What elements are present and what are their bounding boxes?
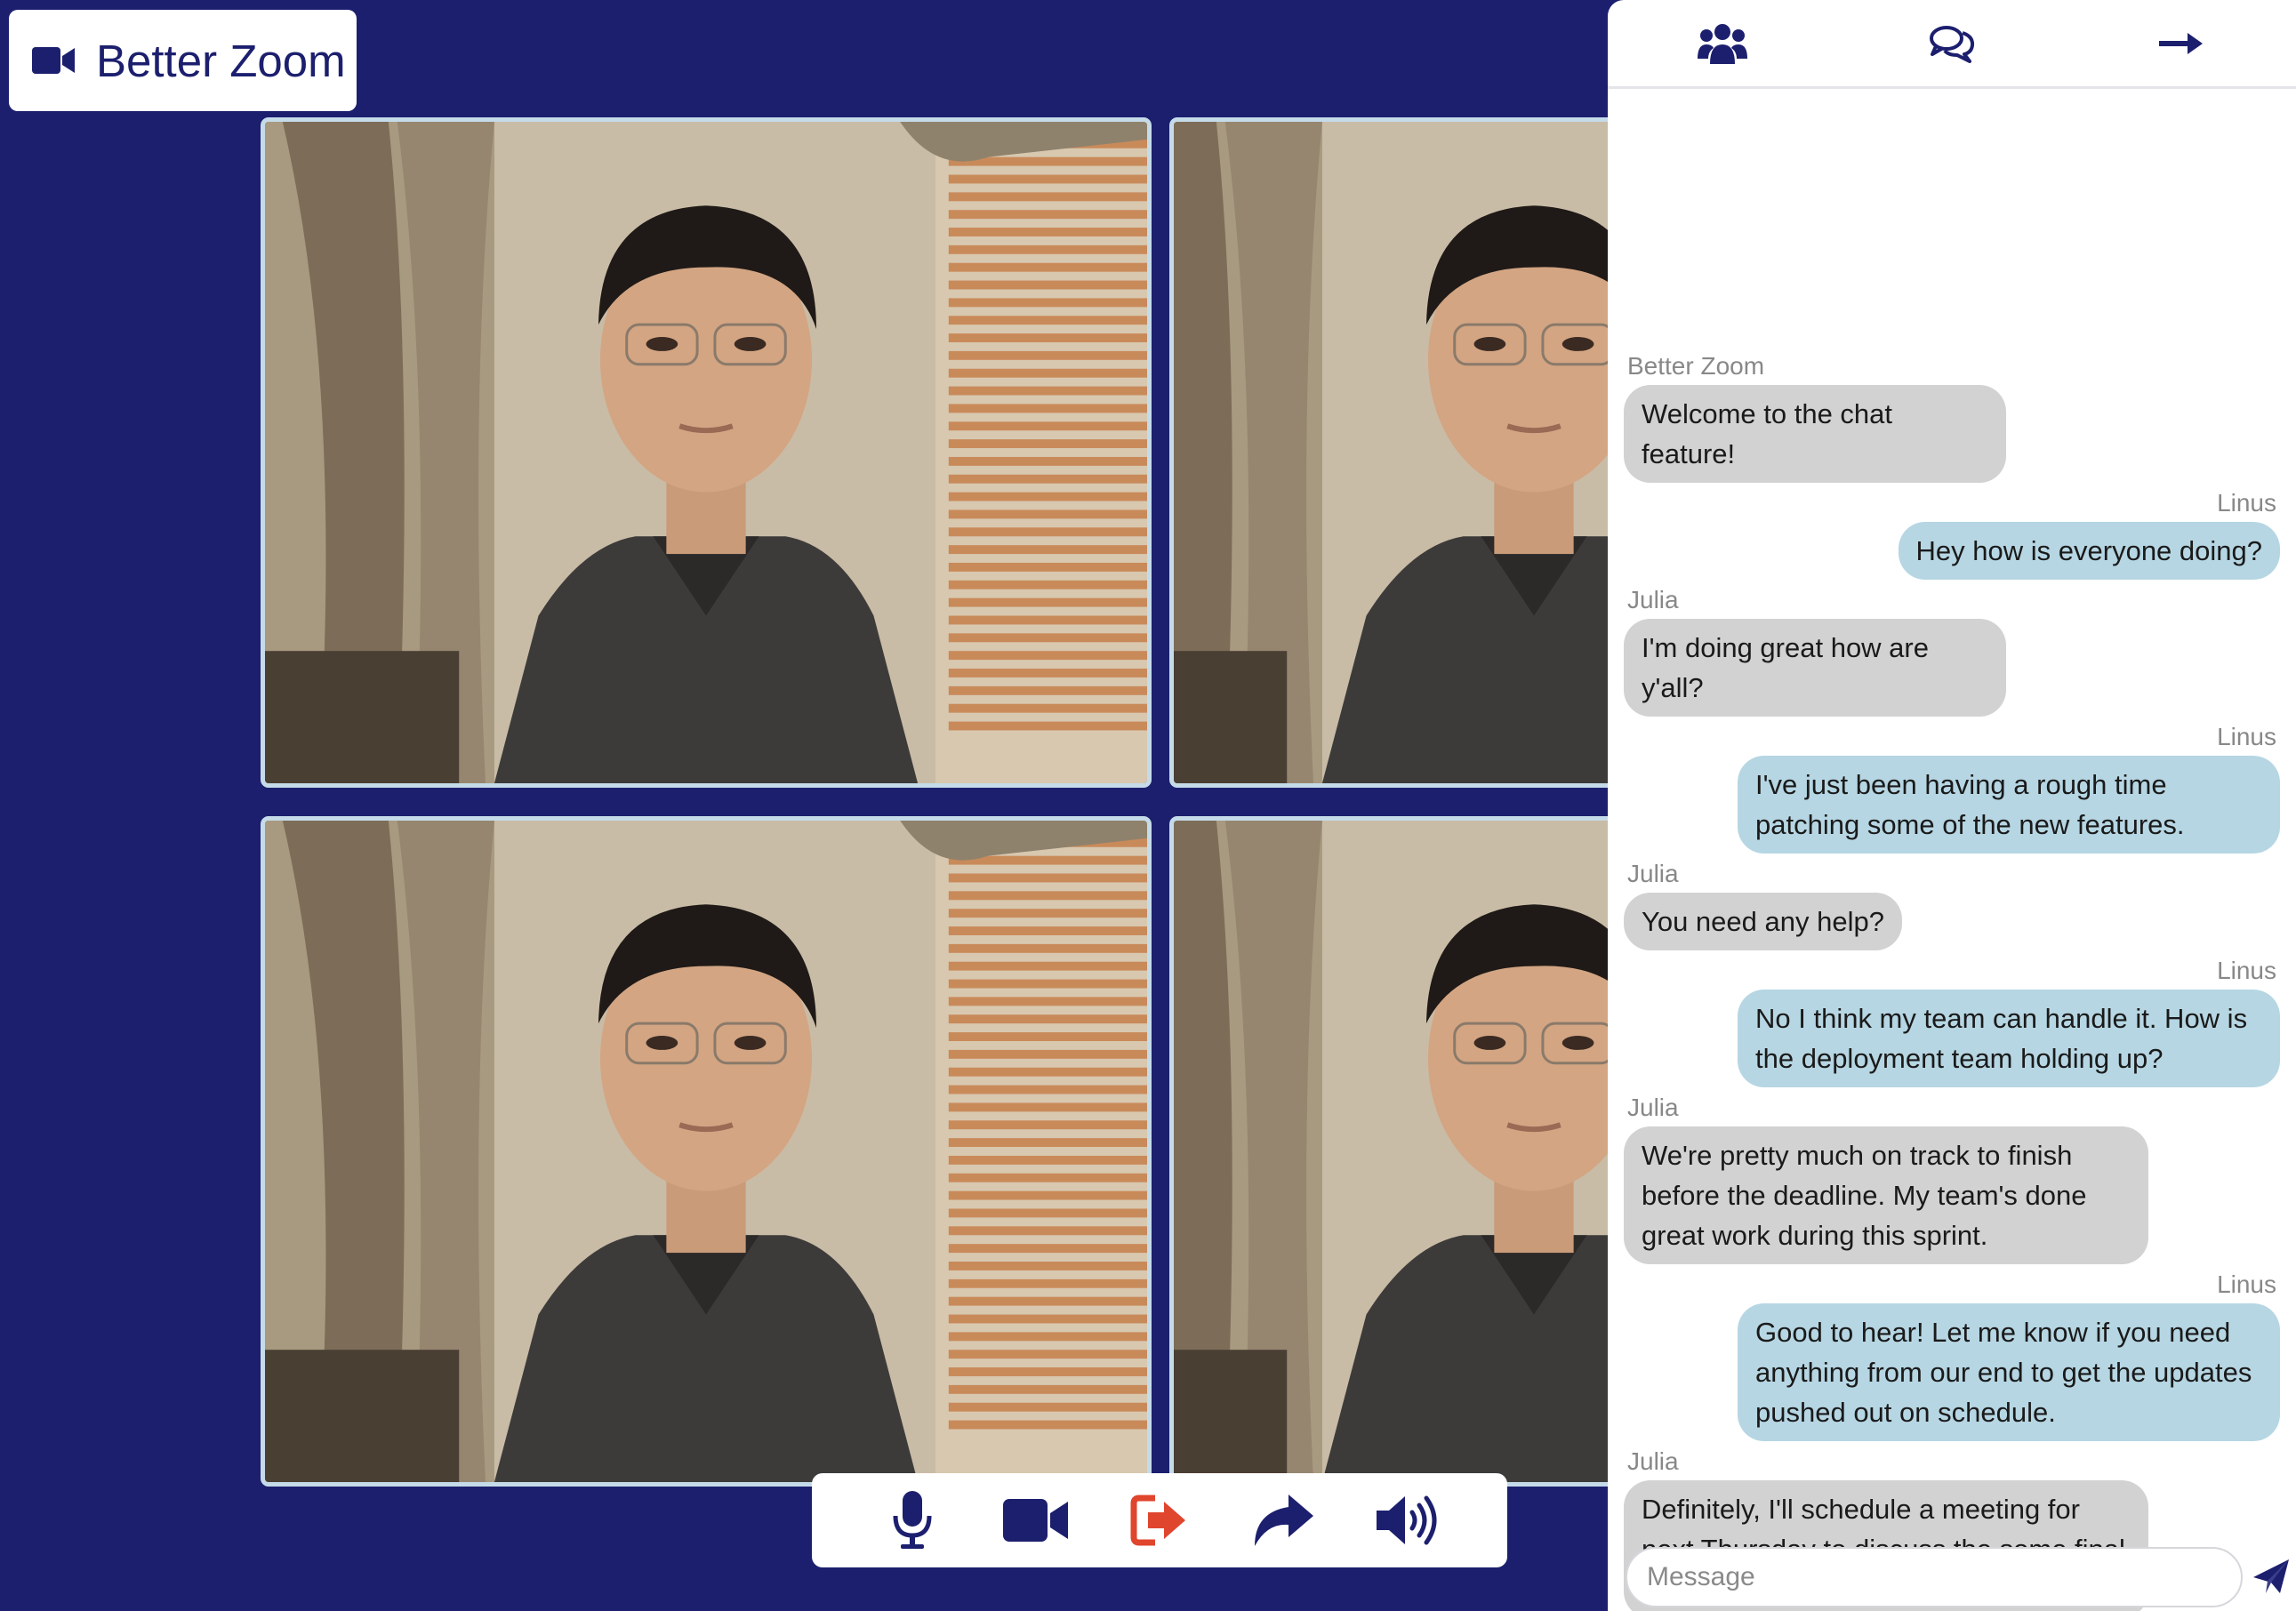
tab-collapse[interactable] <box>2141 8 2221 79</box>
chat-message: Better Zoom Welcome to the chat feature! <box>1608 351 2296 483</box>
chat-icon <box>1930 25 1975 63</box>
app-title: Better Zoom <box>96 35 346 86</box>
meeting-controls <box>812 1473 1507 1567</box>
participant-video-3[interactable] <box>261 816 1152 1487</box>
leave-icon <box>1130 1495 1185 1546</box>
webcam-feed <box>265 821 1147 1482</box>
arrow-right-icon <box>2159 32 2203 54</box>
message-sender: Linus <box>2217 957 2276 984</box>
message-sender: Better Zoom <box>1627 352 1765 380</box>
chat-message: Linus I've just been having a rough time … <box>1608 722 2296 854</box>
message-bubble: I'm doing great how are y'all? <box>1624 619 2006 717</box>
message-bubble: Good to hear! Let me know if you need an… <box>1738 1303 2280 1441</box>
tab-participants[interactable] <box>1682 8 1762 79</box>
message-bubble: Welcome to the chat feature! <box>1624 385 2006 483</box>
message-sender: Julia <box>1627 1447 1679 1475</box>
message-sender: Linus <box>2217 489 2276 517</box>
microphone-icon <box>893 1491 932 1549</box>
video-camera-icon <box>32 47 75 74</box>
send-icon[interactable] <box>2252 1558 2291 1597</box>
side-panel: Better Zoom Welcome to the chat feature! L… <box>1608 0 2296 1611</box>
chat-message: Linus Hey how is everyone doing? <box>1608 488 2296 580</box>
message-sender: Julia <box>1627 860 1679 887</box>
message-input[interactable] <box>1626 1547 2243 1607</box>
participants-icon <box>1698 23 1747 64</box>
chat-message: Julia We're pretty much on track to finis… <box>1608 1093 2296 1264</box>
message-bubble: I've just been having a rough time patch… <box>1738 756 2280 854</box>
composer <box>1626 1547 2248 1609</box>
participant-video-1[interactable] <box>261 117 1152 788</box>
chat-message: Julia I'm doing great how are y'all? <box>1608 585 2296 717</box>
message-sender: Julia <box>1627 586 1679 613</box>
message-bubble: You need any help? <box>1624 893 1902 950</box>
message-bubble: No I think my team can handle it. How is… <box>1738 990 2280 1087</box>
mute-button[interactable] <box>876 1484 949 1557</box>
webcam-feed <box>265 122 1147 783</box>
volume-icon <box>1376 1495 1437 1545</box>
chat-message: Linus Good to hear! Let me know if you ne… <box>1608 1270 2296 1441</box>
volume-button[interactable] <box>1370 1484 1443 1557</box>
message-bubble: Hey how is everyone doing? <box>1898 522 2280 580</box>
chat-message: Linus No I think my team can handle it. H… <box>1608 956 2296 1087</box>
app-logo: Better Zoom <box>9 10 357 111</box>
chat-messages: Better Zoom Welcome to the chat feature! L… <box>1608 351 2296 1611</box>
panel-tabs <box>1608 0 2296 89</box>
video-camera-icon <box>1003 1499 1069 1542</box>
chat-message: Julia You need any help? <box>1608 859 2296 950</box>
video-toggle-button[interactable] <box>999 1484 1072 1557</box>
message-bubble: We're pretty much on track to finish bef… <box>1624 1126 2148 1264</box>
message-sender: Linus <box>2217 1270 2276 1298</box>
leave-button[interactable] <box>1123 1484 1196 1557</box>
share-button[interactable] <box>1247 1484 1320 1557</box>
message-sender: Julia <box>1627 1094 1679 1121</box>
share-icon <box>1254 1495 1313 1546</box>
tab-chat[interactable] <box>1912 8 1992 79</box>
message-sender: Linus <box>2217 723 2276 750</box>
